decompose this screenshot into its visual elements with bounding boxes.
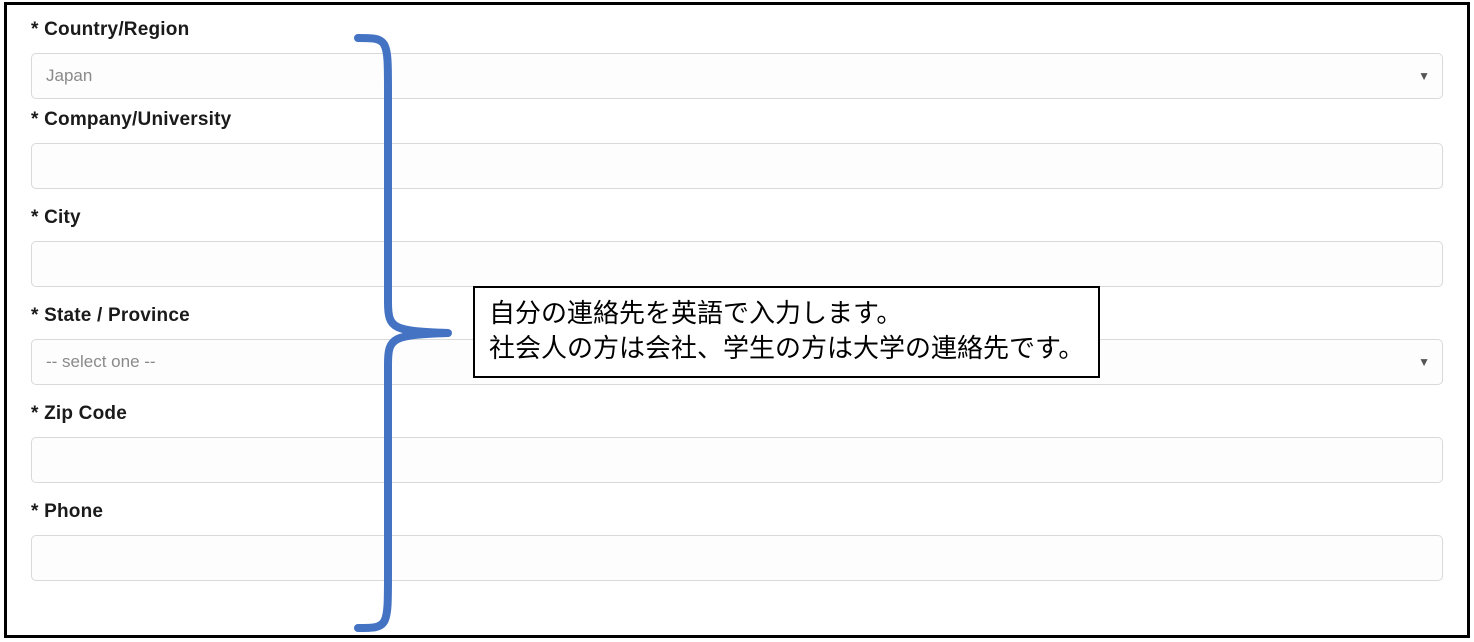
zip-input-wrap (31, 437, 1443, 483)
company-input-wrap (31, 143, 1443, 189)
phone-input-wrap (31, 535, 1443, 581)
required-asterisk: * (31, 109, 39, 130)
annotation-line-2: 社会人の方は会社、学生の方は大学の連絡先です。 (489, 331, 1084, 366)
required-asterisk: * (31, 501, 39, 522)
label-zip-text: Zip Code (44, 403, 127, 424)
label-zip: * Zip Code (31, 403, 1443, 425)
city-input-wrap (31, 241, 1443, 287)
country-select[interactable]: Japan ▼ (31, 53, 1443, 99)
group-company: * Company/University (31, 109, 1443, 189)
required-asterisk: * (31, 403, 39, 424)
annotation-callout: 自分の連絡先を英語で入力します。 社会人の方は会社、学生の方は大学の連絡先です。 (473, 286, 1100, 378)
label-country-text: Country/Region (44, 19, 189, 40)
label-country: * Country/Region (31, 19, 1443, 41)
company-input[interactable] (46, 144, 1428, 188)
required-asterisk: * (31, 19, 39, 40)
label-city-text: City (44, 207, 81, 228)
group-city: * City (31, 207, 1443, 287)
annotation-line-1: 自分の連絡先を英語で入力します。 (489, 296, 1084, 331)
group-zip: * Zip Code (31, 403, 1443, 483)
zip-input[interactable] (46, 438, 1428, 482)
required-asterisk: * (31, 305, 39, 326)
group-country: * Country/Region Japan ▼ (31, 19, 1443, 99)
label-company-text: Company/University (44, 109, 231, 130)
country-selected-value: Japan (46, 66, 1428, 86)
group-phone: * Phone (31, 501, 1443, 581)
label-state-text: State / Province (44, 305, 190, 326)
label-city: * City (31, 207, 1443, 229)
city-input[interactable] (46, 242, 1428, 286)
label-company: * Company/University (31, 109, 1443, 131)
label-phone-text: Phone (44, 501, 103, 522)
required-asterisk: * (31, 207, 39, 228)
phone-input[interactable] (46, 536, 1428, 580)
label-phone: * Phone (31, 501, 1443, 523)
